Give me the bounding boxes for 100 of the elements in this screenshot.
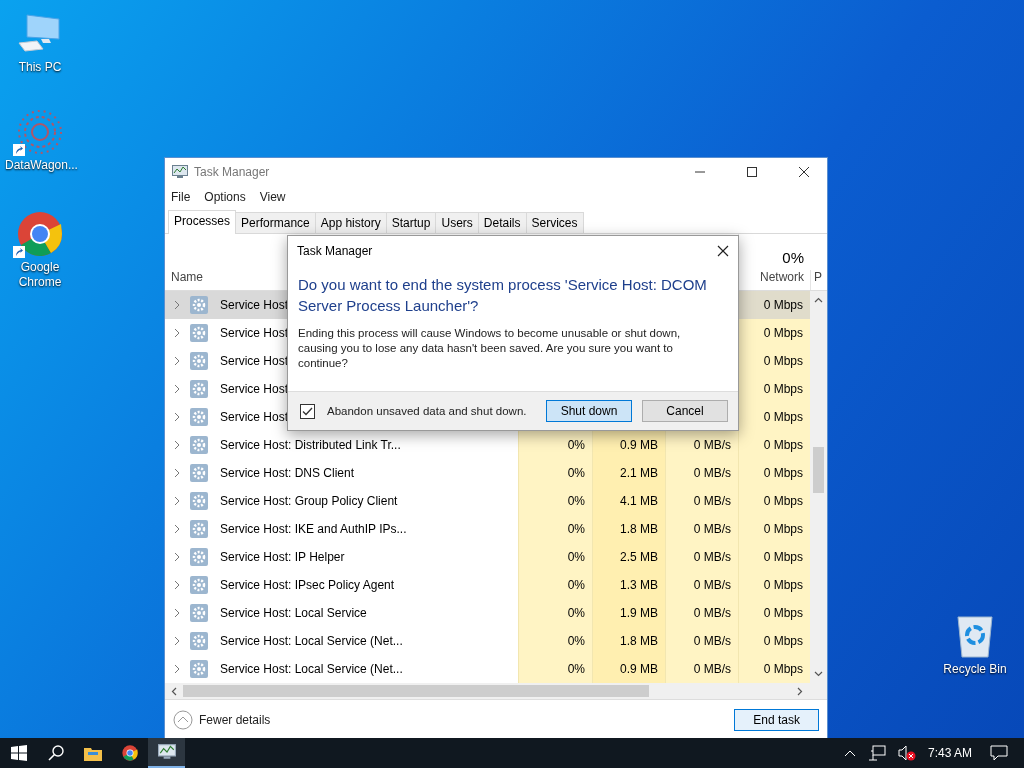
cancel-button[interactable]: Cancel bbox=[642, 400, 728, 422]
chevron-icon[interactable] bbox=[174, 356, 180, 366]
gear-icon bbox=[190, 492, 208, 510]
chevron-icon[interactable] bbox=[174, 552, 180, 562]
table-cell: 1.8 MB bbox=[620, 634, 658, 648]
process-row[interactable]: Service Host: DNS Client 0% 2.1 MB 0 MB/s 0 Mbps bbox=[165, 459, 810, 487]
scroll-up-icon[interactable] bbox=[814, 297, 823, 303]
scroll-thumb[interactable] bbox=[183, 685, 649, 697]
gear-icon bbox=[190, 296, 208, 314]
process-row[interactable]: Service Host: Local Service (Net... 0% 0.9 MB 0 MB/s 0 Mbps bbox=[165, 655, 810, 683]
table-cell: 0% bbox=[567, 578, 585, 592]
gear-icon bbox=[190, 604, 208, 622]
taskbar-button[interactable] bbox=[148, 738, 185, 768]
scroll-thumb[interactable] bbox=[813, 447, 824, 493]
chevron-icon[interactable] bbox=[174, 524, 180, 534]
recycle-bin-icon[interactable] bbox=[955, 613, 995, 659]
chevron-icon[interactable] bbox=[174, 496, 180, 506]
process-row[interactable]: Service Host: Local Service 0% 1.9 MB 0 MB/s 0 Mbps bbox=[165, 599, 810, 627]
table-cell: 0 Mbps bbox=[763, 466, 803, 480]
process-row[interactable]: Service Host: Group Policy Client 0% 4.1 MB 0 MB/s 0 Mbps bbox=[165, 487, 810, 515]
chevron-icon[interactable] bbox=[174, 384, 180, 394]
chevron-icon[interactable] bbox=[174, 664, 180, 674]
dialog-heading: Do you want to end the system process 'Service Host: DCOM Server Process Launcher'? bbox=[297, 275, 708, 316]
process-row[interactable]: Service Host: IP Helper 0% 2.5 MB 0 MB/s 0 Mbps bbox=[165, 543, 810, 571]
scroll-left-icon[interactable] bbox=[171, 687, 177, 696]
tab[interactable]: Users bbox=[435, 212, 479, 233]
tab[interactable]: Services bbox=[525, 212, 584, 233]
collapse-icon[interactable] bbox=[173, 709, 193, 730]
chevron-icon[interactable] bbox=[174, 412, 180, 422]
table-cell: 1.9 MB bbox=[620, 606, 658, 620]
table-cell: 0 MB/s bbox=[693, 578, 731, 592]
table-cell: 0 Mbps bbox=[763, 354, 803, 368]
scroll-down-icon[interactable] bbox=[814, 671, 823, 677]
tab[interactable]: Performance bbox=[235, 212, 316, 233]
table-cell: 0 MB/s bbox=[693, 522, 731, 536]
table-cell: 0 MB/s bbox=[693, 634, 731, 648]
table-cell: 0% bbox=[567, 438, 585, 452]
process-name: Service Host: Local Service (Net... bbox=[220, 634, 403, 648]
horizontal-scrollbar[interactable] bbox=[165, 683, 827, 699]
table-cell: 0 Mbps bbox=[763, 578, 803, 592]
shut-down-button[interactable]: Shut down bbox=[546, 400, 632, 422]
starburst-icon[interactable] bbox=[17, 109, 63, 155]
column-header[interactable]: P bbox=[810, 270, 827, 290]
table-cell: 1.3 MB bbox=[620, 578, 658, 592]
table-cell: 0 Mbps bbox=[763, 382, 803, 396]
windows-logo-icon bbox=[10, 745, 27, 761]
chevron-icon[interactable] bbox=[174, 608, 180, 618]
gear-icon bbox=[190, 352, 208, 370]
desktop-icon-label[interactable]: Recycle Bin bbox=[940, 662, 1010, 677]
chevron-icon[interactable] bbox=[174, 636, 180, 646]
search-icon bbox=[47, 745, 64, 761]
checkbox-label[interactable]: Abandon unsaved data and shut down. bbox=[327, 405, 527, 417]
process-row[interactable]: Service Host: Distributed Link Tr... 0% 0.9 MB 0 MB/s 0 Mbps bbox=[165, 431, 810, 459]
gear-icon bbox=[190, 408, 208, 426]
maximize-icon[interactable] bbox=[746, 166, 758, 178]
process-name: Service Host: IP Helper bbox=[220, 550, 345, 564]
table-cell: 0% bbox=[567, 494, 585, 508]
process-name: Service Host: Group Policy Client bbox=[220, 494, 398, 508]
dialog-title: Task Manager bbox=[297, 244, 373, 258]
notification-icon[interactable] bbox=[990, 745, 1008, 761]
tab[interactable]: App history bbox=[314, 212, 387, 233]
chevron-icon[interactable] bbox=[174, 580, 180, 590]
end-task-button[interactable]: End task bbox=[734, 708, 819, 731]
speaker-icon[interactable] bbox=[897, 745, 916, 761]
table-cell: 0 Mbps bbox=[763, 438, 803, 452]
folder-icon bbox=[83, 745, 102, 761]
network-icon[interactable] bbox=[867, 745, 886, 761]
menu-item[interactable]: Options bbox=[204, 190, 246, 204]
process-row[interactable]: Service Host: IPsec Policy Agent 0% 1.3 MB 0 MB/s 0 Mbps bbox=[165, 571, 810, 599]
tab[interactable]: Processes bbox=[168, 210, 237, 234]
gear-icon bbox=[190, 632, 208, 650]
fewer-details-link[interactable]: Fewer details bbox=[199, 712, 271, 727]
gear-icon bbox=[190, 436, 208, 454]
chevron-icon[interactable] bbox=[174, 328, 180, 338]
table-cell: 0 Mbps bbox=[763, 298, 803, 312]
process-row[interactable]: Service Host: Local Service (Net... 0% 1.8 MB 0 MB/s 0 Mbps bbox=[165, 627, 810, 655]
chrome-icon[interactable] bbox=[17, 211, 63, 257]
close-icon[interactable] bbox=[717, 245, 729, 257]
menu-item[interactable]: View bbox=[259, 190, 286, 204]
chevron-icon[interactable] bbox=[174, 468, 180, 478]
scroll-right-icon[interactable] bbox=[797, 687, 803, 696]
computer-icon[interactable] bbox=[17, 13, 63, 55]
chevron-icon[interactable] bbox=[174, 300, 180, 310]
close-icon[interactable] bbox=[798, 166, 810, 178]
clock[interactable]: 7:43 AM bbox=[927, 746, 972, 760]
process-name: Service Host bbox=[220, 354, 289, 368]
vertical-scrollbar[interactable] bbox=[810, 291, 827, 683]
tab[interactable]: Startup bbox=[385, 212, 437, 233]
table-cell: 0 Mbps bbox=[763, 606, 803, 620]
column-header[interactable]: Network bbox=[760, 270, 804, 284]
gear-icon bbox=[190, 660, 208, 678]
chevron-up-icon[interactable] bbox=[843, 749, 856, 757]
process-name: Service Host bbox=[220, 298, 289, 312]
tab[interactable]: Details bbox=[477, 212, 527, 233]
checkbox[interactable] bbox=[300, 403, 315, 419]
menu-item[interactable]: File bbox=[171, 190, 191, 204]
monitor-chart-icon bbox=[157, 744, 176, 760]
process-row[interactable]: Service Host: IKE and AuthIP IPs... 0% 1.8 MB 0 MB/s 0 Mbps bbox=[165, 515, 810, 543]
network-percent: 0% bbox=[782, 249, 804, 266]
chevron-icon[interactable] bbox=[174, 440, 180, 450]
